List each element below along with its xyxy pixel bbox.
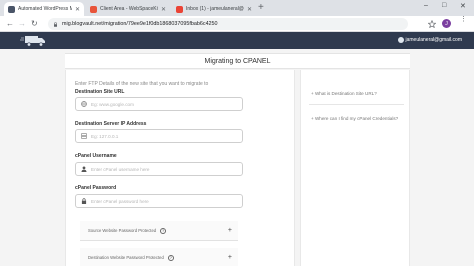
cpanel-username-input[interactable] (91, 166, 231, 172)
tab-label: Client Area - WebSpaceKit (100, 6, 158, 12)
page-title: Migrating to CPANEL (65, 53, 410, 69)
new-tab-icon[interactable]: + (258, 3, 264, 13)
minimize-icon[interactable]: – (424, 2, 428, 9)
forward-icon[interactable]: → (18, 19, 26, 28)
faq-card (300, 70, 410, 266)
tab-label: Inbox (1) - jameulaneral@gmail. (186, 6, 244, 12)
cpanel-username-label: cPanel Username (75, 153, 117, 159)
expand-plus-icon[interactable]: + (228, 227, 232, 234)
reload-icon[interactable]: ↻ (31, 19, 38, 28)
help-icon[interactable]: ? (167, 254, 174, 261)
source-password-protected-toggle[interactable]: Source Website Password Protected ? + (80, 221, 238, 241)
gmail-favicon-icon (176, 5, 183, 13)
server-ip-label: Destination Server IP Address (75, 121, 147, 127)
site-url-input[interactable] (91, 101, 231, 107)
faq-item-site-url[interactable]: + What is Destination Site URL? (311, 90, 403, 97)
globe-icon (80, 101, 87, 108)
maximize-icon[interactable]: □ (442, 2, 446, 9)
cpanel-password-label: cPanel Password (75, 185, 117, 191)
destination-password-protected-toggle[interactable]: Destination Website Password Protected ?… (80, 248, 238, 266)
close-window-icon[interactable]: ✕ (460, 2, 466, 10)
user-icon (397, 37, 404, 43)
faq-divider (309, 104, 404, 105)
back-icon[interactable]: ← (6, 19, 14, 28)
user-email: jameulaneral@gmail.com (405, 37, 463, 43)
close-tab-icon[interactable]: ✕ (247, 6, 252, 13)
lock-icon (80, 198, 87, 205)
browser-tab-active[interactable]: Automated WordPress Migratio ✕ (4, 2, 84, 16)
url-text: mig.blogvault.net/migration/79ee9e1f0db1… (62, 21, 218, 27)
webspacekit-favicon-icon (90, 5, 97, 13)
address-bar[interactable]: mig.blogvault.net/migration/79ee9e1f0db1… (48, 18, 408, 30)
accordion-label: Source Website Password Protected (88, 228, 157, 233)
tab-label: Automated WordPress Migratio (18, 6, 72, 12)
site-url-field[interactable] (75, 97, 243, 111)
cpanel-password-field[interactable] (75, 194, 243, 208)
browser-menu-icon[interactable]: ⋮ (460, 16, 467, 23)
form-intro-text: Enter FTP Details of the new site that y… (75, 81, 209, 87)
browser-tab[interactable]: Client Area - WebSpaceKit ✕ (86, 2, 170, 16)
star-icon[interactable] (428, 20, 436, 28)
browser-tab-strip: Automated WordPress Migratio ✕ Client Ar… (0, 0, 474, 16)
accordion-label: Destination Website Password Protected (88, 255, 164, 260)
server-icon (80, 133, 87, 140)
browser-toolbar: ← → ↻ mig.blogvault.net/migration/79ee9e… (0, 16, 474, 32)
user-menu[interactable]: jameulaneral@gmail.com (397, 37, 463, 43)
server-ip-input[interactable] (91, 133, 231, 139)
faq-item-cpanel-credentials[interactable]: + Where can I find my cPanel Credentials… (311, 115, 403, 122)
blogvault-favicon-icon (8, 5, 15, 13)
help-icon[interactable]: ? (160, 227, 167, 234)
cpanel-password-input[interactable] (91, 198, 231, 204)
expand-plus-icon[interactable]: + (228, 254, 232, 261)
blogvault-truck-logo-icon[interactable] (20, 33, 50, 48)
user-icon (80, 166, 87, 173)
site-url-label: Destination Site URL (75, 89, 125, 95)
lock-icon (54, 21, 57, 27)
profile-avatar[interactable]: J (442, 19, 451, 28)
server-ip-field[interactable] (75, 129, 243, 143)
close-tab-icon[interactable]: ✕ (161, 6, 166, 13)
close-tab-icon[interactable]: ✕ (75, 6, 80, 13)
browser-tab[interactable]: Inbox (1) - jameulaneral@gmail. ✕ (172, 2, 256, 16)
cpanel-username-field[interactable] (75, 162, 243, 176)
